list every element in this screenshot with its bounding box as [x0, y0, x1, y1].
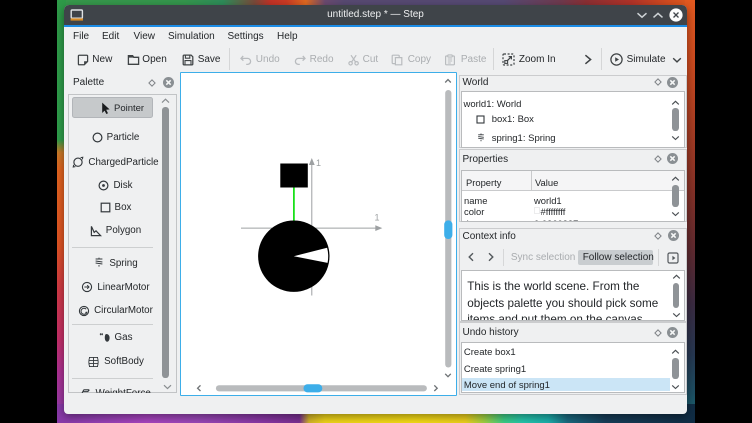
svg-text:1: 1 [316, 158, 321, 168]
svg-text:1: 1 [374, 212, 379, 222]
